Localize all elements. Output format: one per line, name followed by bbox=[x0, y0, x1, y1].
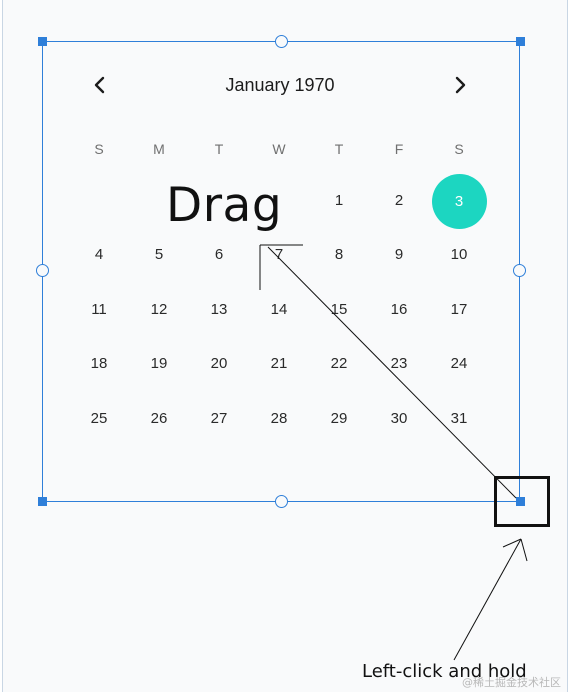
resize-handle-bottom-left[interactable] bbox=[38, 497, 47, 506]
resize-handle-top[interactable] bbox=[275, 35, 288, 48]
resize-handle-top-right[interactable] bbox=[516, 37, 525, 46]
day-27[interactable]: 27 bbox=[199, 404, 239, 434]
day-18[interactable]: 18 bbox=[79, 349, 119, 379]
day-11[interactable]: 11 bbox=[79, 295, 119, 325]
resize-handle-left[interactable] bbox=[36, 264, 49, 277]
day-25[interactable]: 25 bbox=[79, 404, 119, 434]
resize-handle-bottom[interactable] bbox=[275, 495, 288, 508]
weekday-label: W bbox=[272, 141, 286, 157]
day-14[interactable]: 14 bbox=[259, 295, 299, 325]
day-12[interactable]: 12 bbox=[139, 295, 179, 325]
day-13[interactable]: 13 bbox=[199, 295, 239, 325]
day-22[interactable]: 22 bbox=[319, 349, 359, 379]
day-9[interactable]: 9 bbox=[379, 240, 419, 270]
day-6[interactable]: 6 bbox=[199, 240, 239, 270]
drag-label: Drag bbox=[166, 178, 283, 233]
day-2[interactable]: 2 bbox=[379, 186, 419, 216]
day-5[interactable]: 5 bbox=[139, 240, 179, 270]
day-7[interactable]: 7 bbox=[259, 240, 299, 270]
day-15[interactable]: 15 bbox=[319, 295, 359, 325]
day-10[interactable]: 10 bbox=[439, 240, 479, 270]
day-29[interactable]: 29 bbox=[319, 404, 359, 434]
weekday-label: T bbox=[334, 141, 344, 157]
target-handle-highlight[interactable] bbox=[494, 476, 550, 527]
day-20[interactable]: 20 bbox=[199, 349, 239, 379]
day-8[interactable]: 8 bbox=[319, 240, 359, 270]
weekday-label: S bbox=[454, 141, 464, 157]
day-19[interactable]: 19 bbox=[139, 349, 179, 379]
day-26[interactable]: 26 bbox=[139, 404, 179, 434]
weekday-label: T bbox=[214, 141, 224, 157]
weekday-label: F bbox=[394, 141, 404, 157]
day-1[interactable]: 1 bbox=[319, 186, 359, 216]
day-31[interactable]: 31 bbox=[439, 404, 479, 434]
day-16[interactable]: 16 bbox=[379, 295, 419, 325]
month-year-label: January 1970 bbox=[225, 75, 335, 95]
day-28[interactable]: 28 bbox=[259, 404, 299, 434]
selected-day-3[interactable]: 3 bbox=[431, 174, 487, 229]
day-30[interactable]: 30 bbox=[379, 404, 419, 434]
calendar-header: January 1970 bbox=[80, 70, 480, 104]
weekday-label: S bbox=[94, 141, 104, 157]
day-23[interactable]: 23 bbox=[379, 349, 419, 379]
watermark: @稀土掘金技术社区 bbox=[462, 676, 561, 689]
weekday-label: M bbox=[153, 141, 165, 157]
next-month-button[interactable] bbox=[443, 70, 477, 104]
day-4[interactable]: 4 bbox=[79, 240, 119, 270]
day-21[interactable]: 21 bbox=[259, 349, 299, 379]
day-17[interactable]: 17 bbox=[439, 295, 479, 325]
resize-handle-top-left[interactable] bbox=[38, 37, 47, 46]
resize-handle-right[interactable] bbox=[513, 264, 526, 277]
day-24[interactable]: 24 bbox=[439, 349, 479, 379]
chevron-right-icon bbox=[453, 76, 467, 98]
